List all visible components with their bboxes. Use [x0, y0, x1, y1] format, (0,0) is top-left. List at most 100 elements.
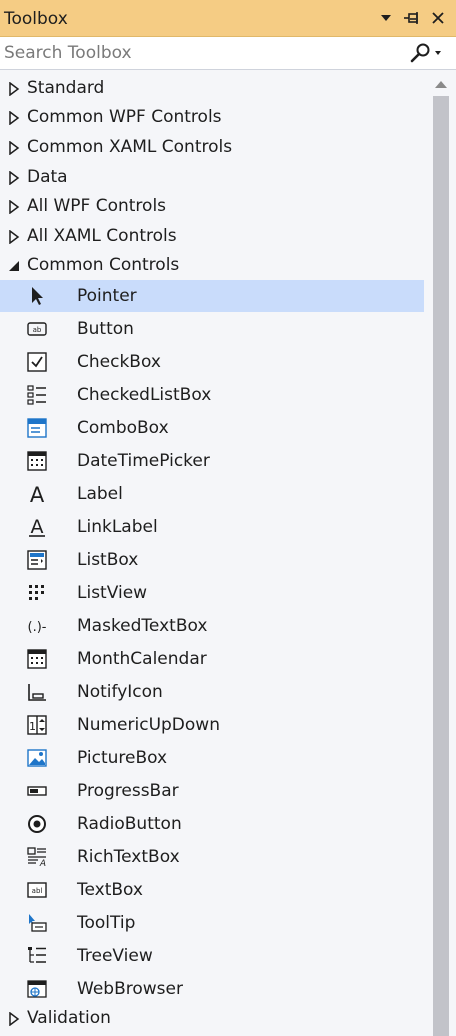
item-label: NotifyIcon — [77, 682, 163, 702]
category-all-wpf-controls[interactable]: All WPF Controls — [0, 192, 424, 221]
toolbox-item-checkbox[interactable]: CheckBox — [0, 346, 424, 378]
item-label: RadioButton — [77, 814, 182, 834]
category-common-wpf-controls[interactable]: Common WPF Controls — [0, 103, 424, 132]
expand-arrow-icon — [9, 1012, 20, 1026]
expand-arrow-icon — [9, 230, 20, 244]
button-icon: ab — [27, 322, 47, 336]
item-label: RichTextBox — [77, 847, 180, 867]
item-label: TextBox — [77, 880, 143, 900]
pin-icon — [404, 12, 418, 24]
scroll-up-arrow-icon[interactable] — [431, 77, 451, 91]
search-options-button[interactable] — [406, 42, 450, 64]
svg-text:(.)-: (.)- — [28, 620, 47, 635]
expand-arrow-icon — [9, 111, 20, 125]
category-common-xaml-controls[interactable]: Common XAML Controls — [0, 133, 424, 162]
radiobutton-icon — [28, 815, 46, 833]
category-label: Validation — [27, 1008, 111, 1028]
toolbox-item-label[interactable]: A Label — [0, 478, 424, 510]
scrollbar-thumb[interactable] — [433, 96, 449, 1036]
treeview-icon — [28, 947, 46, 963]
richtextbox-icon: A — [27, 847, 46, 868]
maskedtextbox-icon: (.)- — [28, 620, 47, 635]
progressbar-icon — [27, 786, 47, 796]
item-label: Button — [77, 319, 134, 339]
item-label: TreeView — [77, 946, 153, 966]
listview-icon — [29, 585, 44, 600]
search-input[interactable] — [0, 37, 404, 69]
toolbox-item-maskedtextbox[interactable]: (.)- MaskedTextBox — [0, 610, 424, 642]
category-common-controls[interactable]: Common Controls — [0, 251, 424, 280]
window-position-dropdown-button[interactable] — [376, 8, 396, 28]
toolbox-item-combobox[interactable]: ComboBox — [0, 412, 424, 444]
category-standard[interactable]: Standard — [0, 74, 424, 103]
toolbox-item-linklabel[interactable]: A LinkLabel — [0, 511, 424, 543]
expand-arrow-icon — [9, 171, 20, 185]
category-all-xaml-controls[interactable]: All XAML Controls — [0, 222, 424, 251]
toolbox-item-datetimepicker[interactable]: DateTimePicker — [0, 445, 424, 477]
item-label: ComboBox — [77, 418, 169, 438]
category-label: Common Controls — [27, 255, 180, 275]
item-label: MaskedTextBox — [77, 616, 208, 636]
monthcalendar-icon — [27, 649, 47, 669]
expand-arrow-icon — [9, 82, 20, 96]
item-label: LinkLabel — [77, 517, 158, 537]
notifyicon-icon — [28, 684, 46, 701]
combobox-icon — [27, 418, 47, 438]
toolbox-list: Standard Common WPF Controls Common XAML… — [0, 72, 424, 1036]
toolbox-item-textbox[interactable]: abl TextBox — [0, 874, 424, 906]
toolbox-item-treeview[interactable]: TreeView — [0, 940, 424, 972]
toolbox-item-radiobutton[interactable]: RadioButton — [0, 808, 424, 840]
toolbox-item-button[interactable]: ab Button — [0, 313, 424, 345]
toolbox-item-checkedlistbox[interactable]: CheckedListBox — [0, 379, 424, 411]
label-icon: A — [30, 483, 45, 505]
toolbox-item-notifyicon[interactable]: NotifyIcon — [0, 676, 424, 708]
item-label: CheckBox — [77, 352, 161, 372]
toolbox-item-listbox[interactable]: ListBox — [0, 544, 424, 576]
toolbox-item-picturebox[interactable]: PictureBox — [0, 742, 424, 774]
svg-text:A: A — [39, 859, 46, 868]
toolbox-item-webbrowser[interactable]: WebBrowser — [0, 973, 424, 1005]
expand-arrow-icon — [9, 200, 20, 214]
category-data[interactable]: Data — [0, 163, 424, 192]
item-label: MonthCalendar — [77, 649, 207, 669]
item-label: Pointer — [77, 286, 137, 306]
item-label: ProgressBar — [77, 781, 179, 801]
toolbox-item-progressbar[interactable]: ProgressBar — [0, 775, 424, 807]
category-validation[interactable]: Validation — [0, 1004, 424, 1033]
picturebox-icon — [27, 749, 47, 767]
pointer-icon — [32, 287, 43, 305]
item-label: NumericUpDown — [77, 715, 220, 735]
svg-text:ab: ab — [33, 326, 42, 334]
item-label: ListBox — [77, 550, 139, 570]
checkedlistbox-icon — [27, 385, 46, 405]
svg-text:A: A — [31, 516, 44, 538]
datetimepicker-icon — [27, 451, 47, 471]
toolbox-item-richtextbox[interactable]: A RichTextBox — [0, 841, 424, 873]
linklabel-icon: A — [29, 516, 45, 538]
item-label: PictureBox — [77, 748, 168, 768]
item-label: DateTimePicker — [77, 451, 210, 471]
checkbox-icon — [27, 352, 47, 372]
category-label: Common XAML Controls — [27, 137, 233, 157]
search-bar — [0, 37, 456, 70]
pin-button[interactable] — [402, 8, 422, 28]
item-label: WebBrowser — [77, 979, 183, 999]
toolbox-item-monthcalendar[interactable]: MonthCalendar — [0, 643, 424, 675]
category-label: Standard — [27, 78, 105, 98]
collapse-arrow-icon — [9, 261, 19, 271]
close-button[interactable] — [428, 8, 448, 28]
expand-arrow-icon — [9, 141, 20, 155]
toolbox-item-numericupdown[interactable]: 1 NumericUpDown — [0, 709, 424, 741]
svg-text:A: A — [30, 483, 45, 505]
search-icon — [410, 43, 441, 63]
toolbox-item-tooltip[interactable]: ToolTip — [0, 907, 424, 939]
toolbox-item-listview[interactable]: ListView — [0, 577, 424, 609]
item-label: CheckedListBox — [77, 385, 212, 405]
category-label: Data — [27, 167, 68, 187]
item-label: ToolTip — [77, 913, 136, 933]
svg-text:1: 1 — [29, 720, 36, 733]
tooltip-icon — [29, 914, 47, 932]
panel-title: Toolbox — [4, 9, 68, 29]
vertical-scrollbar[interactable] — [426, 72, 456, 1036]
toolbox-item-pointer[interactable]: Pointer — [0, 280, 424, 312]
